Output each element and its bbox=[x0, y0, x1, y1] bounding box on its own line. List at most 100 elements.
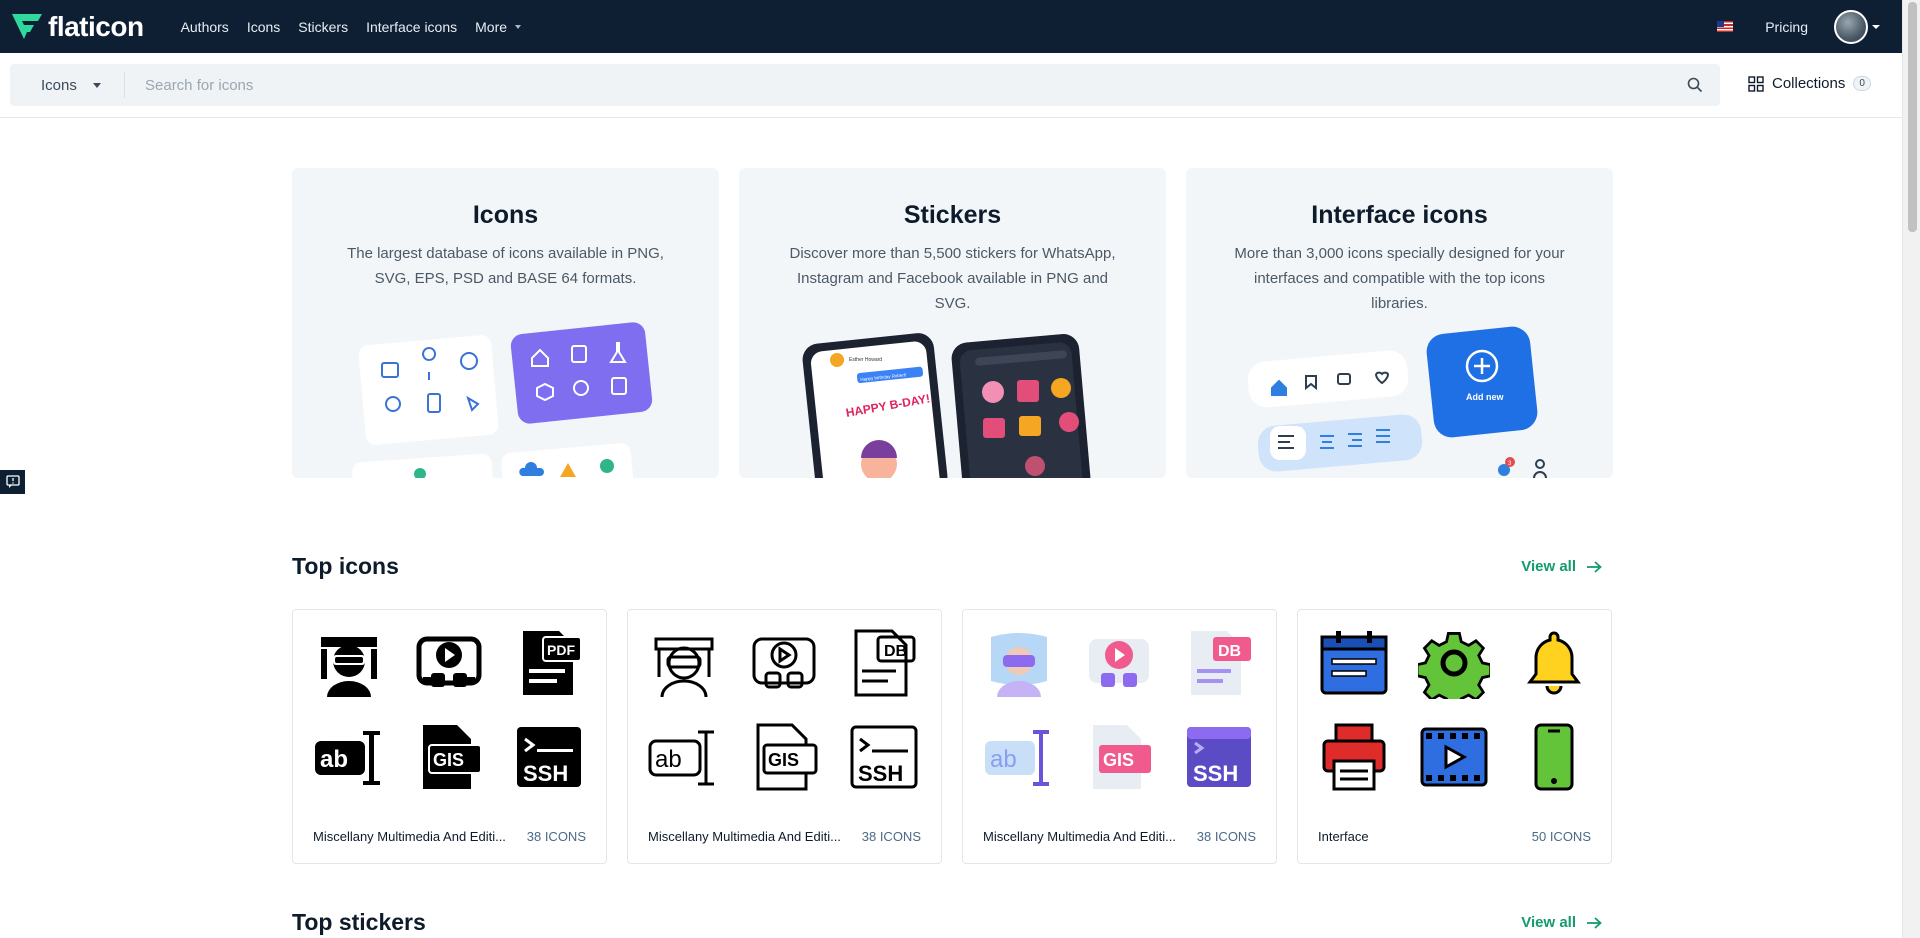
card-description: Discover more than 5,500 stickers for Wh… bbox=[789, 245, 1116, 312]
nav-stickers[interactable]: Stickers bbox=[289, 19, 357, 35]
card-description: The largest database of icons available … bbox=[347, 245, 664, 287]
text-field-icon: ab bbox=[985, 730, 1049, 786]
bell-icon bbox=[1527, 631, 1581, 695]
chat-contact-name: Esther Howard bbox=[849, 357, 882, 363]
gis-file-icon: GIS bbox=[756, 723, 818, 791]
arrow-right-icon bbox=[1587, 560, 1602, 573]
feedback-button[interactable] bbox=[0, 470, 25, 494]
text-field-icon: ab bbox=[648, 730, 714, 786]
gis-file-icon: GIS bbox=[1093, 725, 1151, 789]
gis-label: GIS bbox=[1103, 750, 1134, 770]
pdf-label: PDF bbox=[547, 642, 575, 658]
category-cards: Icons The largest database of icons avai… bbox=[292, 168, 1613, 478]
search-input[interactable] bbox=[125, 76, 1670, 94]
gis-label: GIS bbox=[768, 750, 799, 770]
db-file-icon: DB bbox=[854, 629, 916, 697]
ab-label: ab bbox=[990, 746, 1017, 773]
scrollbar-thumb[interactable] bbox=[1908, 2, 1917, 232]
collections-button[interactable]: Collections 0 bbox=[1748, 75, 1871, 92]
icon-pack-card[interactable]: DB ab GIS SSH Miscellany Multimedia And bbox=[962, 609, 1277, 864]
view-all-link[interactable]: View all bbox=[1521, 558, 1602, 575]
vr-headset-person-icon bbox=[654, 637, 714, 698]
card-title: Stickers bbox=[903, 201, 1002, 229]
pack-footer: Interface 50 ICONS bbox=[1318, 829, 1591, 844]
page-scrollbar[interactable] bbox=[1902, 0, 1920, 938]
icon-pack-card[interactable]: PDF ab GIS SSH Miscellany Multimedia And… bbox=[292, 609, 607, 864]
grid-icon bbox=[1748, 75, 1764, 92]
view-all-label: View all bbox=[1521, 558, 1576, 575]
pack-footer: Miscellany Multimedia And Editi... 38 IC… bbox=[648, 829, 921, 844]
add-new-label: Add new bbox=[1466, 392, 1504, 402]
pack-name: Interface bbox=[1318, 829, 1369, 844]
top-stickers-header: Top stickers View all bbox=[292, 909, 1612, 936]
db-label: DB bbox=[1218, 643, 1241, 660]
video-plug-icon bbox=[1089, 639, 1149, 687]
vr-headset-person-icon bbox=[321, 637, 377, 697]
section-title: Top icons bbox=[292, 553, 399, 579]
icon-pack-card[interactable]: DB ab GIS SSH Miscellany Multimedia And … bbox=[627, 609, 942, 864]
pack-count: 38 ICONS bbox=[526, 829, 586, 844]
search-bar: Icons bbox=[10, 64, 1720, 106]
gis-label: GIS bbox=[433, 750, 464, 770]
gis-file-icon: GIS bbox=[423, 725, 482, 789]
vr-headset-person-icon bbox=[991, 633, 1047, 697]
db-label: DB bbox=[884, 643, 907, 660]
db-file-icon: DB bbox=[1191, 631, 1251, 695]
stickers-illustration: Esther Howard Happy birthday Robert! HAP… bbox=[802, 333, 1091, 478]
icon-pack-card[interactable]: Interface 50 ICONS bbox=[1297, 609, 1612, 864]
pack-footer: Miscellany Multimedia And Editi... 38 IC… bbox=[313, 829, 586, 844]
pack-footer: Miscellany Multimedia And Editi... 38 IC… bbox=[983, 829, 1256, 844]
search-button[interactable] bbox=[1670, 77, 1720, 93]
interface-icons-card[interactable]: Interface icons More than 3,000 icons sp… bbox=[1186, 168, 1613, 478]
nav-pricing[interactable]: Pricing bbox=[1765, 19, 1808, 35]
pack-preview-grid: PDF ab GIS SSH bbox=[313, 627, 588, 793]
ssh-label: SSH bbox=[858, 761, 903, 786]
text-field-icon: ab bbox=[315, 731, 380, 785]
pack-name: Miscellany Multimedia And Editi... bbox=[983, 829, 1176, 844]
card-title: Interface icons bbox=[1311, 201, 1488, 229]
calendar-icon bbox=[1320, 631, 1388, 695]
avatar-chevron-down-icon[interactable] bbox=[1872, 24, 1880, 29]
view-all-label: View all bbox=[1521, 914, 1576, 931]
header-divider bbox=[0, 117, 1902, 118]
pack-name: Miscellany Multimedia And Editi... bbox=[313, 829, 506, 844]
pack-preview-grid: DB ab GIS SSH bbox=[648, 627, 923, 793]
nav-authors[interactable]: Authors bbox=[172, 19, 238, 35]
pack-preview-grid bbox=[1318, 627, 1593, 793]
chevron-down-icon bbox=[92, 82, 101, 88]
smartphone-icon bbox=[1534, 723, 1574, 791]
ssh-terminal-icon: SSH bbox=[1187, 727, 1251, 787]
pdf-file-icon: PDF bbox=[523, 631, 582, 695]
pack-count: 50 ICONS bbox=[1531, 829, 1591, 844]
pack-count: 38 ICONS bbox=[861, 829, 921, 844]
search-type-select[interactable]: Icons bbox=[10, 72, 125, 98]
ssh-label: SSH bbox=[523, 761, 568, 786]
top-navbar: flaticon Authors Icons Stickers Interfac… bbox=[0, 0, 1902, 53]
nav-icons[interactable]: Icons bbox=[238, 19, 289, 35]
interface-illustration: Add new 3 bbox=[1247, 326, 1547, 478]
nav-more[interactable]: More bbox=[466, 19, 530, 35]
collections-label: Collections bbox=[1772, 75, 1846, 92]
video-player-icon bbox=[1420, 727, 1488, 787]
flaticon-logo[interactable]: flaticon bbox=[10, 11, 144, 43]
top-icons-header: Top icons View all bbox=[292, 553, 1612, 580]
pack-name: Miscellany Multimedia And Editi... bbox=[648, 829, 841, 844]
pack-count: 38 ICONS bbox=[1196, 829, 1256, 844]
search-icon bbox=[1687, 77, 1703, 93]
icons-card[interactable]: Icons The largest database of icons avai… bbox=[292, 168, 719, 478]
nav-interface-icons[interactable]: Interface icons bbox=[357, 19, 466, 35]
chevron-down-icon bbox=[515, 24, 522, 29]
us-flag-icon[interactable] bbox=[1717, 21, 1734, 32]
nav-more-label: More bbox=[475, 18, 508, 35]
ssh-label: SSH bbox=[1193, 761, 1238, 786]
user-avatar[interactable] bbox=[1834, 9, 1868, 44]
view-all-link[interactable]: View all bbox=[1521, 914, 1602, 931]
feedback-icon bbox=[5, 475, 20, 488]
stickers-card[interactable]: Stickers Discover more than 5,500 sticke… bbox=[739, 168, 1166, 478]
logo-text: flaticon bbox=[48, 10, 144, 42]
video-plug-icon bbox=[752, 637, 816, 689]
logo-icon bbox=[12, 13, 42, 39]
ab-label: ab bbox=[320, 746, 348, 773]
pack-preview-grid: DB ab GIS SSH bbox=[983, 627, 1258, 793]
section-title: Top stickers bbox=[292, 909, 426, 935]
